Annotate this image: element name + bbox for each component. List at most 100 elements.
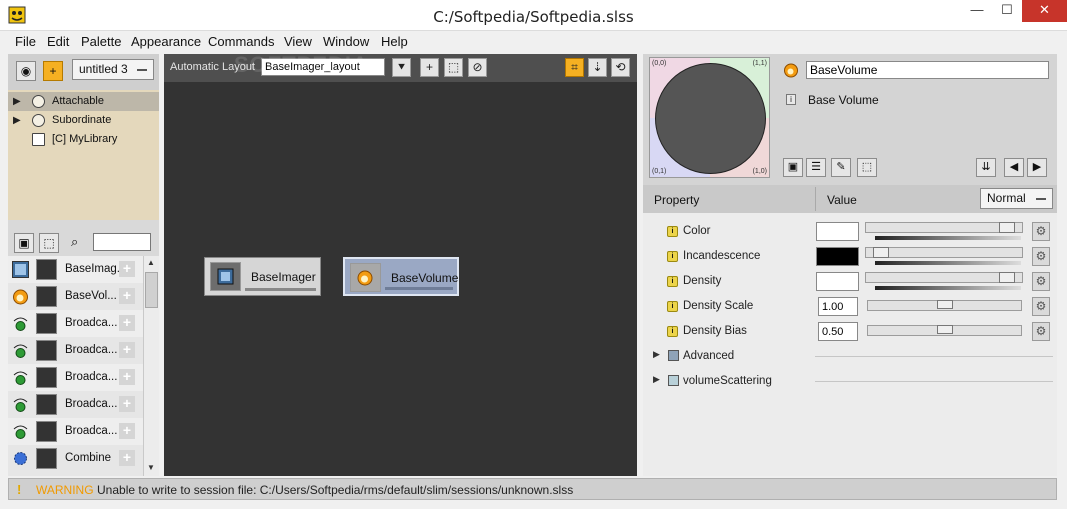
tree-item-attachable[interactable]: ▶ Attachable [8,92,159,111]
expand-arrow-icon[interactable]: ▶ [653,349,660,360]
left-toolbar: ◉ + untitled 3 [8,54,159,90]
add-button[interactable]: + [43,61,63,81]
node-canvas[interactable]: SOFTPEDIA BaseImager BaseVolume [164,52,637,476]
view-eye-button[interactable]: ◉ [16,61,36,81]
menu-commands[interactable]: Commands [208,34,274,49]
palette-item[interactable]: BaseVol... + [8,283,143,310]
add-node-button[interactable]: + [119,261,135,277]
menu-palette[interactable]: Palette [81,34,121,49]
select-button[interactable]: ▣ [783,158,803,177]
add-node-button[interactable]: + [119,288,135,304]
property-info-icon[interactable]: i [667,276,678,287]
palette-item[interactable]: Broadca... + [8,364,143,391]
frame-button[interactable]: ⬚ [857,158,877,177]
add-node-button[interactable]: + [119,342,135,358]
palette-item[interactable]: Broadca... + [8,391,143,418]
scrollbar-thumb[interactable] [145,272,158,308]
palette-item-label: Broadca... [65,425,118,437]
value-field[interactable] [818,297,858,316]
mode-dropdown[interactable]: Normal [980,188,1053,209]
palette-scrollbar[interactable]: ▲ ▼ [143,256,159,476]
property-info-icon[interactable]: i [667,251,678,262]
add-node-button[interactable]: + [119,423,135,439]
slider-knob[interactable] [999,222,1015,233]
menu-window[interactable]: Window [323,34,369,49]
close-button[interactable]: ✕ [1022,0,1067,22]
palette-dropdown[interactable]: untitled 3 [72,59,154,80]
layout-menu-button[interactable]: ⯆ [392,58,411,77]
property-slider[interactable] [867,300,1022,311]
refresh-button[interactable]: ⟲ [611,58,630,77]
gear-icon[interactable]: ⚙ [1032,222,1050,241]
list-icon: ☰ [811,161,821,173]
scroll-up-icon[interactable]: ▲ [147,258,157,267]
gear-icon[interactable]: ⚙ [1032,247,1050,266]
palette-swatch [36,448,57,469]
search-input[interactable] [93,233,151,251]
expand-arrow-icon[interactable]: ▶ [653,374,660,385]
next-button[interactable]: ▶ [1027,158,1047,177]
property-slider[interactable] [867,325,1022,336]
frame-button[interactable]: ⬚ [444,58,463,77]
palette-item[interactable]: BaseImag... + [8,256,143,283]
add-node-button[interactable]: + [119,450,135,466]
palette-item[interactable]: Broadca... + [8,337,143,364]
menu-edit[interactable]: Edit [47,34,69,49]
menu-appearance[interactable]: Appearance [131,34,201,49]
palette-item[interactable]: Broadca... + [8,418,143,445]
gear-icon[interactable]: ⚙ [1032,272,1050,291]
property-info-icon[interactable]: i [667,226,678,237]
clear-layout-button[interactable]: ⊘ [468,58,487,77]
panel-divider[interactable] [8,220,159,230]
maximize-button[interactable]: ☐ [992,0,1022,22]
expand-nodes-button[interactable]: ⇣ [588,58,607,77]
tree-item-subordinate[interactable]: ▶ Subordinate [8,111,159,130]
property-slider[interactable] [865,247,1023,258]
palette-item[interactable]: Combine + [8,445,143,472]
value-field[interactable] [818,322,858,341]
scroll-down-icon[interactable]: ▼ [147,463,157,472]
add-layout-button[interactable]: + [420,58,439,77]
warning-label: WARNING [36,483,94,497]
property-info-icon[interactable]: i [667,301,678,312]
auto-layout-button[interactable]: ⌗ [565,58,584,77]
property-group-advanced[interactable]: ▶ Advanced [643,344,1057,369]
menu-view[interactable]: View [284,34,312,49]
previous-button[interactable]: ◀ [1004,158,1024,177]
color-swatch[interactable] [816,247,859,266]
property-group-volumescattering[interactable]: ▶ volumeScattering [643,369,1057,394]
minimize-button[interactable]: — [962,0,992,22]
node-name-input[interactable] [806,61,1049,79]
palette-select-button[interactable]: ▣ [14,233,34,253]
property-info-icon[interactable]: i [667,326,678,337]
expand-arrow-icon[interactable]: ▶ [13,92,21,111]
add-node-button[interactable]: + [119,369,135,385]
color-swatch[interactable] [816,222,859,241]
list-button[interactable]: ☰ [806,158,826,177]
slider-gradient [875,236,1021,240]
color-swatch[interactable] [816,272,859,291]
add-node-button[interactable]: + [119,396,135,412]
status-bar: ! WARNING Unable to write to session fil… [8,478,1057,500]
slider-knob[interactable] [999,272,1015,283]
expand-arrow-icon[interactable]: ▶ [13,111,21,130]
node-basevolume[interactable]: BaseVolume [343,257,459,296]
property-slider[interactable] [865,222,1023,233]
gear-icon[interactable]: ⚙ [1032,322,1050,341]
node-baseimager[interactable]: BaseImager [204,257,321,296]
palette-item[interactable]: Broadca... + [8,310,143,337]
slider-knob[interactable] [873,247,889,258]
expand-all-button[interactable]: ⇊ [976,158,996,177]
property-label: Color [683,225,711,237]
preview-corner-label: (1,0) [752,168,767,175]
property-slider[interactable] [865,272,1023,283]
slider-knob[interactable] [937,300,953,309]
menu-file[interactable]: File [15,34,36,49]
edit-button[interactable]: ✎ [831,158,851,177]
menu-help[interactable]: Help [381,34,408,49]
palette-view-button[interactable]: ⬚ [39,233,59,253]
gear-icon[interactable]: ⚙ [1032,297,1050,316]
tree-item-mylibrary[interactable]: [C] MyLibrary [8,130,159,149]
add-node-button[interactable]: + [119,315,135,331]
slider-knob[interactable] [937,325,953,334]
